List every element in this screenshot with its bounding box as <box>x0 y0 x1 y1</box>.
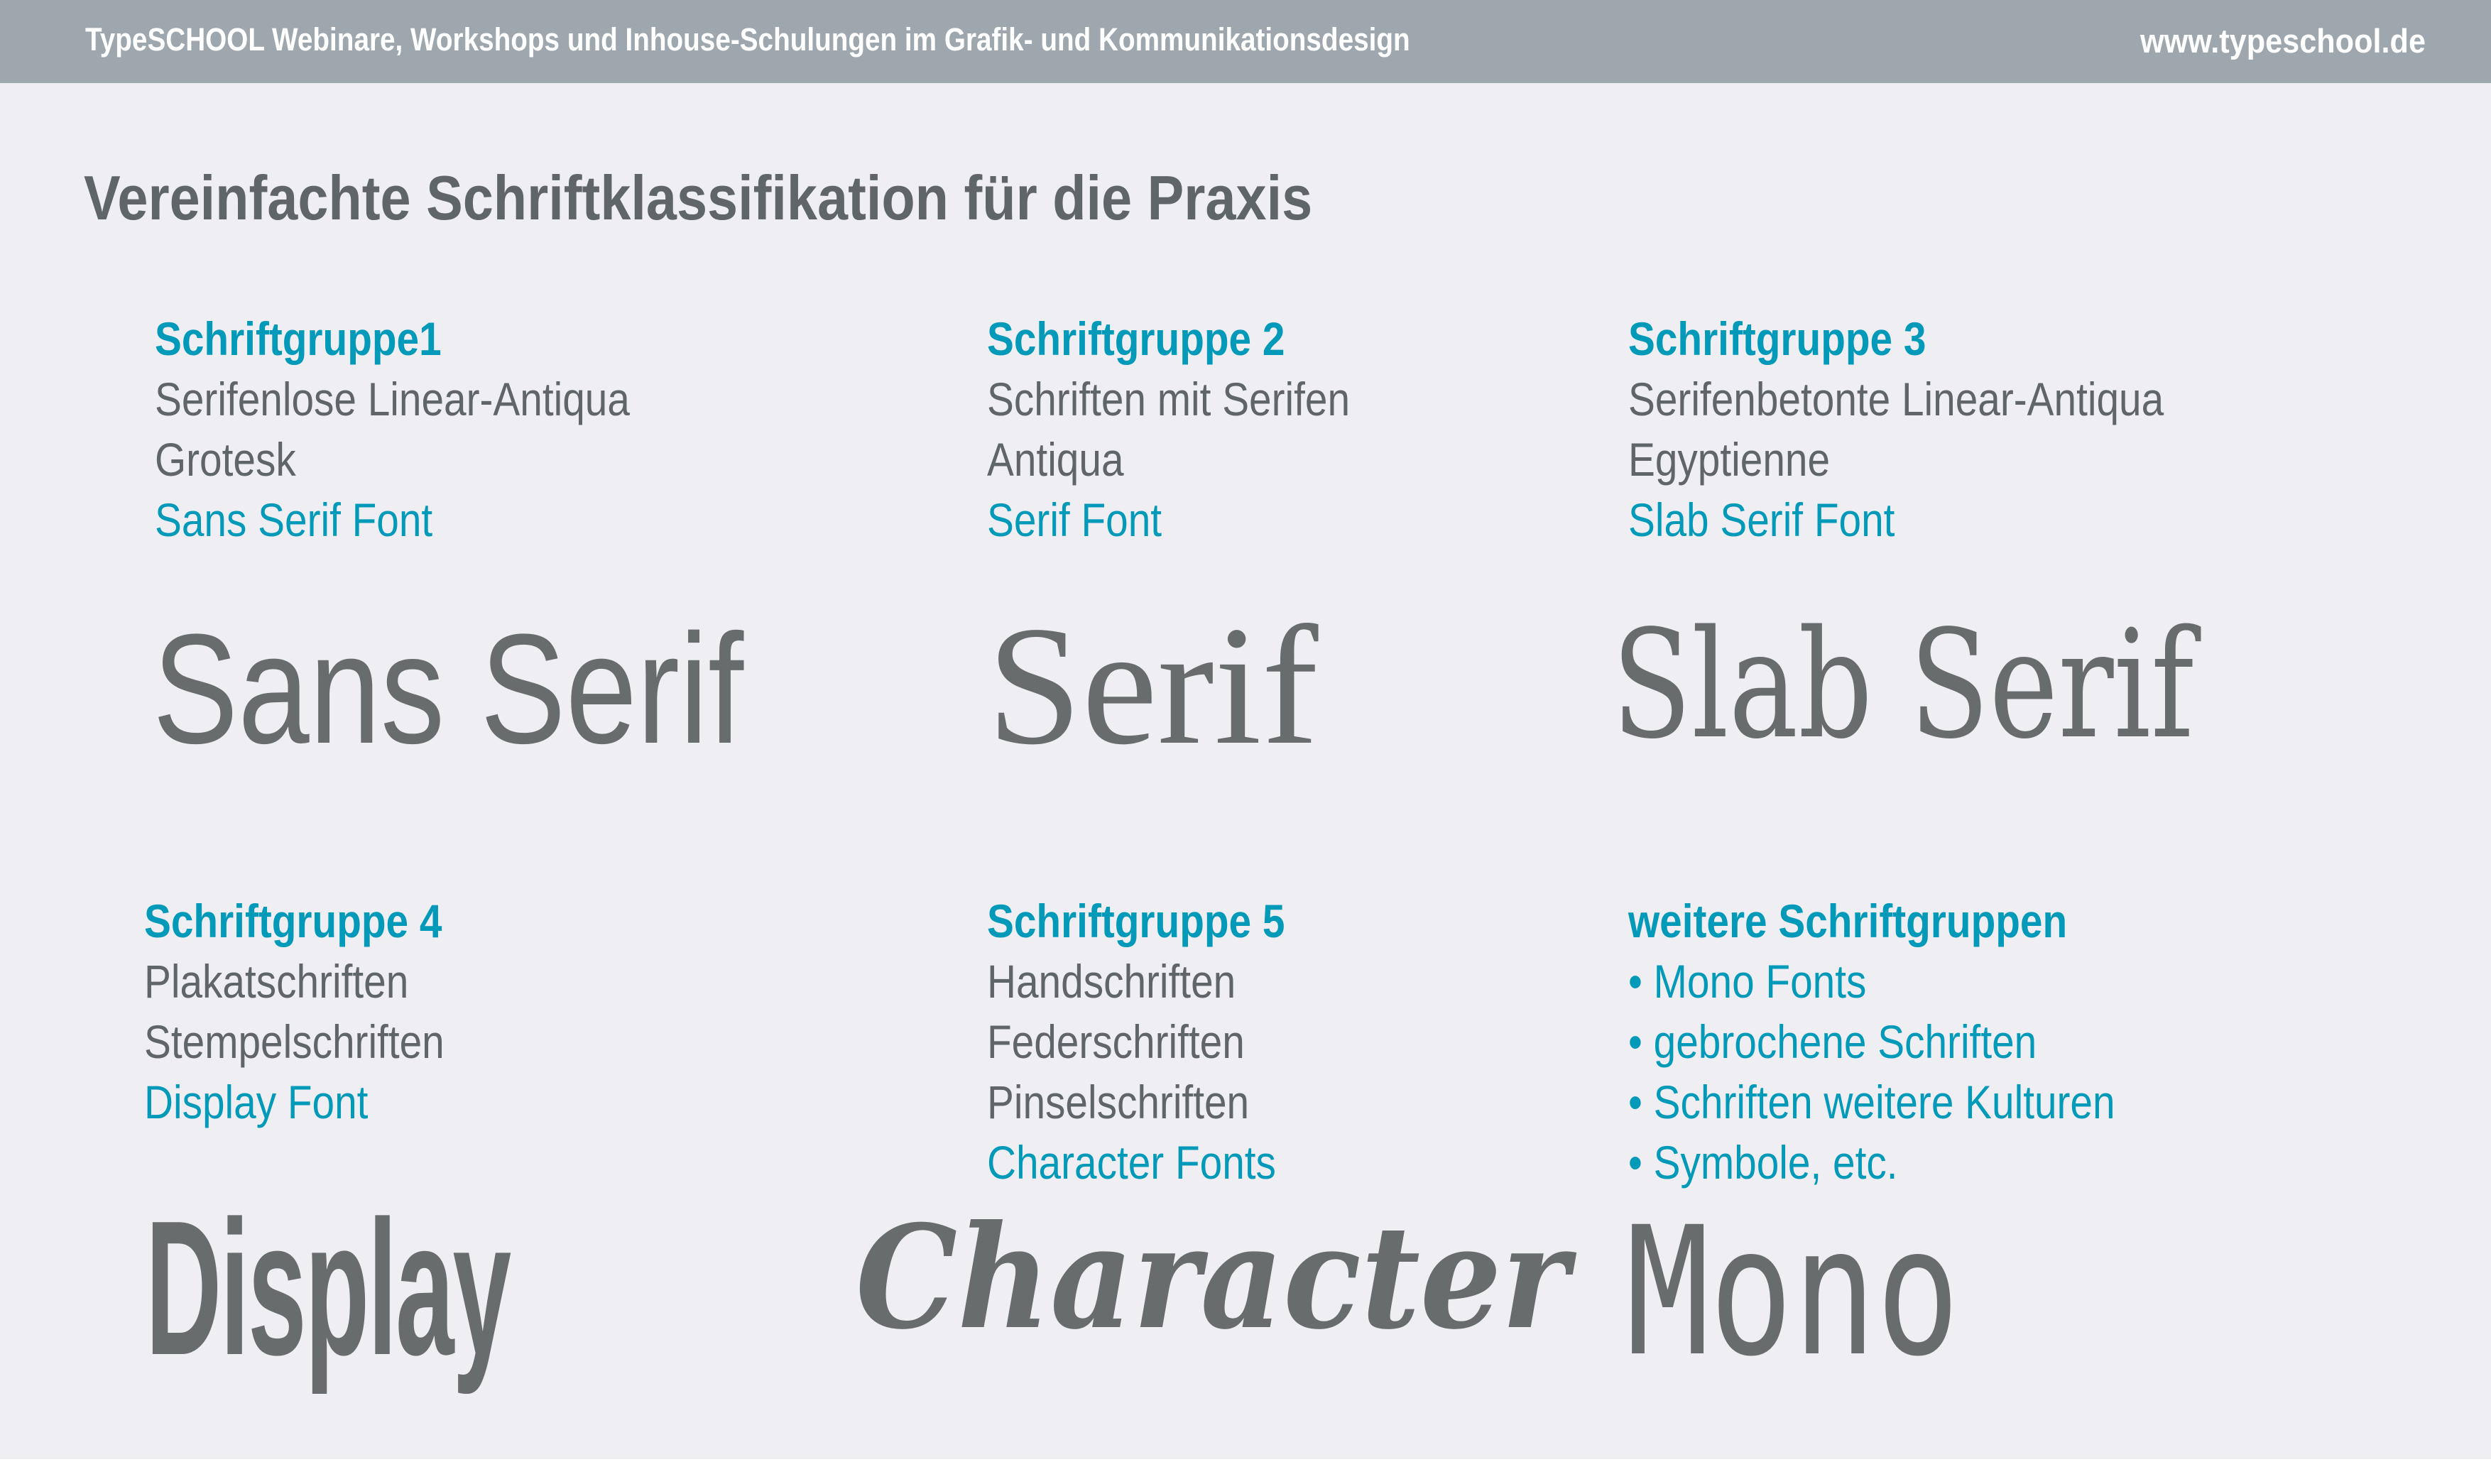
font-group-further: weitere Schriftgruppen Mono Fonts gebroc… <box>1628 891 2194 1193</box>
group-english-name: Serif Font <box>987 493 1162 546</box>
group-description: Antiqua <box>987 433 1124 486</box>
group-heading: Schriftgruppe1 <box>155 312 442 365</box>
specimen-mono: Mono <box>1626 1189 1960 1395</box>
group-description: Serifenlose Linear-Antiqua <box>155 373 630 425</box>
group-description: Pinselschriften <box>987 1076 1250 1128</box>
group-heading: Schriftgruppe 3 <box>1628 312 1926 365</box>
group-description: Serifenbetonte Linear-Antiqua <box>1628 373 2164 425</box>
header-bar: TypeSCHOOL Webinare, Workshops und Inhou… <box>0 0 2491 83</box>
page-title: Vereinfachte Schriftklassifikation für d… <box>84 163 1313 233</box>
group-description: Plakatschriften <box>144 955 409 1008</box>
group-heading: Schriftgruppe 2 <box>987 312 1285 365</box>
group-description: Egyptienne <box>1628 433 1831 486</box>
font-group-2: Schriftgruppe 2 Schriften mit Serifen An… <box>987 309 1409 550</box>
group-english-name: Character Fonts <box>987 1136 1276 1189</box>
group-heading: Schriftgruppe 5 <box>987 895 1285 947</box>
group-description: Schriften mit Serifen <box>987 373 1351 425</box>
bullet-item: Symbole, etc. <box>1628 1133 2115 1193</box>
group-english-name: Sans Serif Font <box>155 493 433 546</box>
specimen-sans-serif: Sans Serif <box>153 601 744 776</box>
group-description: Handschriften <box>987 955 1236 1008</box>
group-heading: Schriftgruppe 4 <box>144 895 442 947</box>
group-description: Stempelschriften <box>144 1015 445 1068</box>
group-description: Grotesk <box>155 433 296 486</box>
specimen-display: Display <box>146 1182 511 1395</box>
website-link[interactable]: www.typeschool.de <box>2140 21 2426 60</box>
specimen-serif: Serif <box>987 591 1319 780</box>
font-group-5: Schriftgruppe 5 Handschriften Federschri… <box>987 891 1334 1193</box>
specimen-character: Character <box>856 1194 1569 1361</box>
group-description: Federschriften <box>987 1015 1245 1068</box>
specimen-slab-serif: Slab Serif <box>1612 598 2194 772</box>
font-group-4: Schriftgruppe 4 Plakatschriften Stempels… <box>144 891 494 1133</box>
header-tagline: TypeSCHOOL Webinare, Workshops und Inhou… <box>85 21 1410 58</box>
group-english-name: Slab Serif Font <box>1628 493 1895 546</box>
bullet-item: Schriften weitere Kulturen <box>1628 1072 2115 1133</box>
group-english-name: Display Font <box>144 1076 369 1128</box>
font-group-3: Schriftgruppe 3 Serifenbetonte Linear-An… <box>1628 309 2251 550</box>
bullet-item: Mono Fonts <box>1628 951 2115 1012</box>
group-heading: weitere Schriftgruppen <box>1628 895 2068 947</box>
bullet-item: gebrochene Schriften <box>1628 1012 2115 1072</box>
font-group-1: Schriftgruppe1 Serifenlose Linear-Antiqu… <box>155 309 707 550</box>
